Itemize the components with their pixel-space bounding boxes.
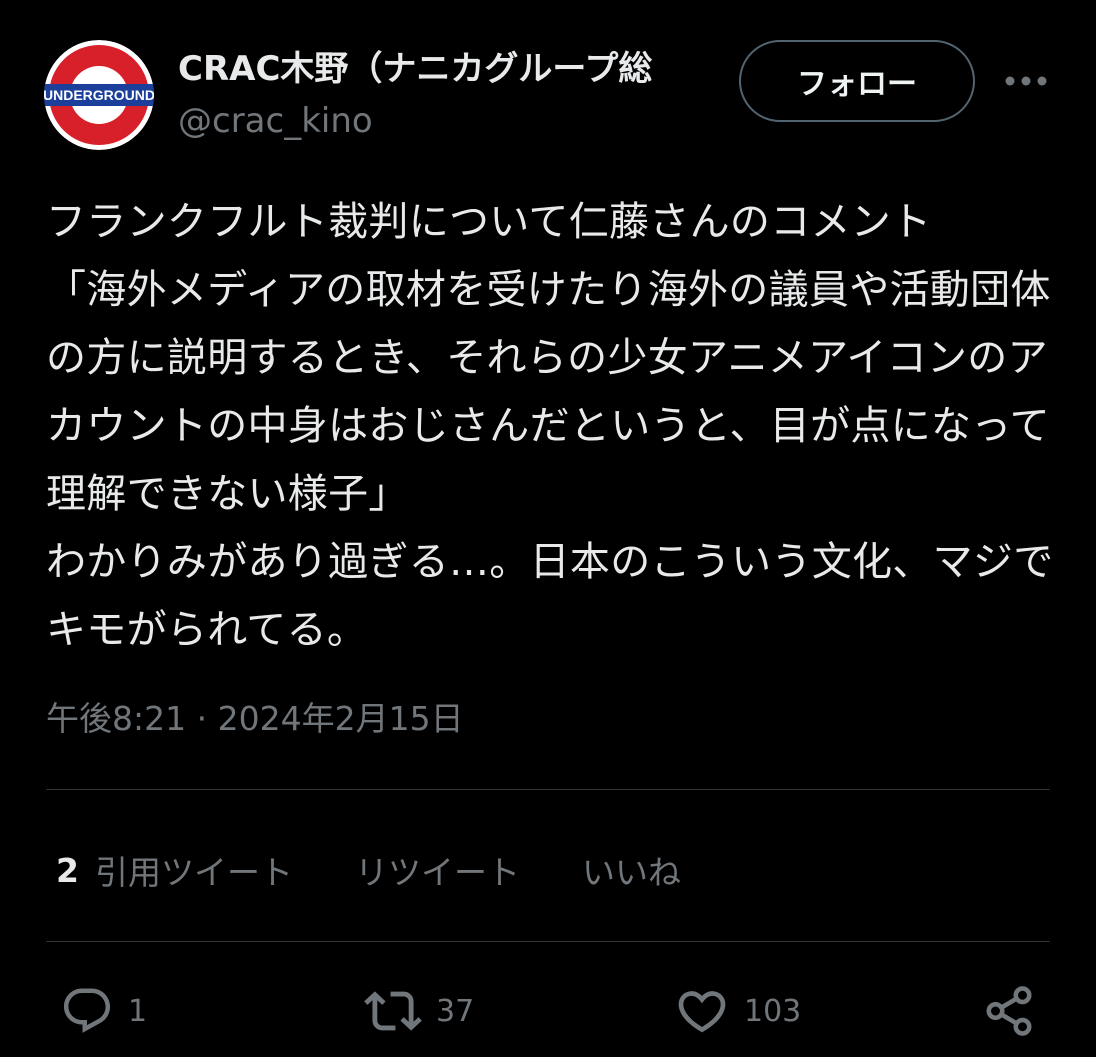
share-icon: [986, 986, 1032, 1036]
divider-bottom: [46, 941, 1050, 942]
avatar[interactable]: UNDERGROUND: [44, 40, 154, 150]
retweets-stat[interactable]: リツイート: [355, 846, 520, 894]
tweet-body-text: フランクフルト裁判について仁藤さんのコメント 「海外メディアの取材を受けたり海外…: [46, 199, 1054, 653]
tweet-timestamp: 午後8:21 · 2024年2月15日: [46, 694, 464, 744]
heart-icon: [678, 991, 726, 1033]
like-count: 103: [744, 993, 802, 1029]
likes-stat[interactable]: いいね: [582, 846, 681, 894]
more-options-button[interactable]: [998, 58, 1054, 104]
more-horizontal-icon: [1005, 76, 1047, 86]
reply-button[interactable]: 1: [60, 978, 147, 1044]
user-handle[interactable]: @crac_kino: [178, 100, 373, 142]
retweet-label: リツイート: [354, 853, 520, 892]
quote-count: 2: [56, 850, 79, 890]
like-label: いいね: [581, 853, 681, 892]
avatar-logo-text: UNDERGROUND: [44, 87, 154, 103]
retweet-button[interactable]: 37: [364, 978, 474, 1044]
follow-button[interactable]: フォロー: [739, 40, 975, 122]
quote-label: 引用ツイート: [94, 853, 293, 892]
divider-top: [46, 789, 1050, 790]
tweet-actions-bar: 1 37 103: [0, 978, 1096, 1044]
tweet-header: UNDERGROUND CRAC木野（ナニカグループ総 @crac_kino フ…: [0, 0, 1096, 160]
timestamp-separator: ·: [196, 699, 208, 738]
reply-icon: [63, 988, 111, 1033]
display-name[interactable]: CRAC木野（ナニカグループ総: [178, 48, 718, 90]
tweet-date-link[interactable]: 2024年2月15日: [218, 699, 464, 738]
share-button[interactable]: [982, 978, 1036, 1044]
reply-count: 1: [128, 993, 148, 1029]
quote-tweets-stat[interactable]: 2 引用ツイート: [56, 846, 293, 894]
underground-logo-icon: UNDERGROUND: [44, 40, 154, 150]
engagement-stats: 2 引用ツイート リツイート いいね: [56, 842, 743, 898]
retweet-count: 37: [436, 993, 475, 1029]
like-button[interactable]: 103: [674, 978, 801, 1044]
retweet-icon: [364, 991, 422, 1031]
tweet-time-link[interactable]: 午後8:21: [46, 699, 186, 738]
